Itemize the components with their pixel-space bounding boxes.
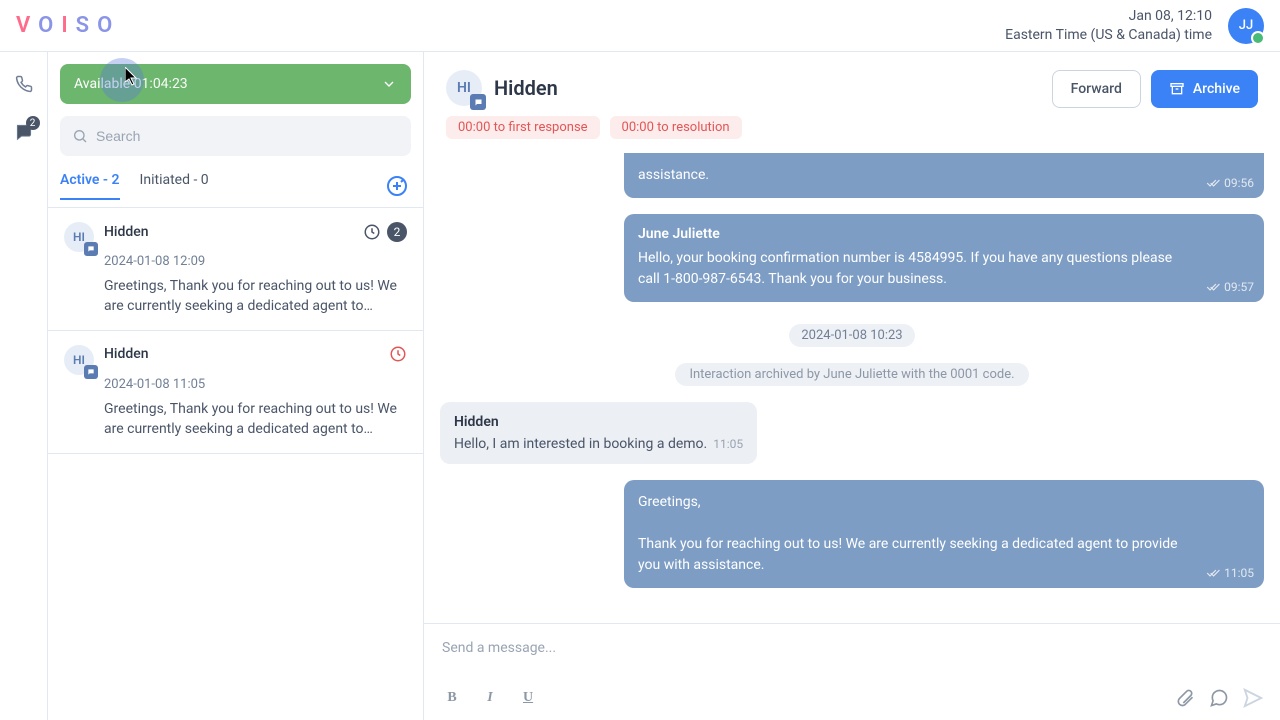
clock-icon [363,223,381,241]
left-rail: 2 [0,52,48,720]
message-input[interactable] [424,624,1280,678]
delivered-icon [1206,280,1220,294]
conversation-name: Hidden [104,224,149,240]
avatar: HI [64,222,94,252]
status-dropdown[interactable]: Available 01:04:23 [60,64,411,104]
forward-button[interactable]: Forward [1052,70,1141,108]
avatar: HI [64,345,94,375]
contact-avatar: HI [446,70,482,106]
time-info: Jan 08, 12:10 Eastern Time (US & Canada)… [1005,7,1212,43]
conversation-timestamp: 2024-01-08 12:09 [104,254,407,269]
italic-button[interactable]: I [478,686,502,710]
contact-name: Hidden [494,76,558,100]
alert-first-response: 00:00 to first response [446,116,600,139]
conversation-preview: Greetings, Thank you for reaching out to… [104,277,407,316]
conversation-preview: Greetings, Thank you for reaching out to… [104,400,407,439]
message-out: Greetings, Thank you for reaching out to… [624,480,1264,588]
main-panel: HI Hidden 00:00 to first response 00:00 … [424,52,1280,720]
archive-button[interactable]: Archive [1151,70,1258,108]
compose-button[interactable] [383,172,411,200]
conversation-name: Hidden [104,346,149,362]
clock-icon [389,345,407,363]
channel-chat-icon [84,242,98,256]
underline-button[interactable]: U [516,686,540,710]
timezone-label: Eastern Time (US & Canada) time [1005,26,1212,44]
conversation-item[interactable]: HI Hidden 2 2024-01-08 12:09 Greetings, … [48,208,423,331]
user-avatar[interactable]: JJ [1228,8,1264,44]
date-separator: 2024-01-08 10:23 [789,324,914,347]
tab-active[interactable]: Active - 2 [60,172,120,200]
chats-badge: 2 [26,116,40,130]
message-sender: Hidden [454,414,743,430]
chats-icon[interactable]: 2 [12,120,36,144]
conversation-timestamp: 2024-01-08 11:05 [104,377,407,392]
composer-toolbar: B I U [424,682,1280,720]
conversation-item[interactable]: HI Hidden 2024-01-08 11:05 Greetings, Th… [48,331,423,454]
tab-initiated[interactable]: Initiated - 0 [140,172,209,200]
top-bar: VOISO Jan 08, 12:10 Eastern Time (US & C… [0,0,1280,52]
main-header: HI Hidden 00:00 to first response 00:00 … [424,52,1280,153]
bold-button[interactable]: B [440,686,464,710]
search-icon [72,128,88,144]
channel-chat-icon [84,365,98,379]
message-list[interactable]: assistance. 09:56 June Juliette Hello, y… [424,153,1280,623]
logo: VOISO [16,13,120,38]
tabs-row: Active - 2 Initiated - 0 [48,164,423,208]
message-in: Hidden Hello, I am interested in booking… [440,402,757,464]
attachment-icon[interactable] [1174,687,1196,709]
search-input[interactable] [96,128,399,144]
delivered-icon [1206,176,1220,190]
sidebar: Available 01:04:23 Active - 2 Initiated … [48,52,424,720]
delivered-icon [1206,566,1220,580]
status-label: Available [74,76,130,92]
message-time: 11:05 [713,437,743,451]
send-button[interactable] [1242,687,1264,709]
conversation-list: HI Hidden 2 2024-01-08 12:09 Greetings, … [48,208,423,454]
search-box[interactable] [60,116,411,156]
canned-response-icon[interactable] [1208,687,1230,709]
message-out: assistance. 09:56 [624,153,1264,198]
unread-badge: 2 [387,222,407,242]
composer: B I U [424,623,1280,720]
datetime-label: Jan 08, 12:10 [1005,7,1212,25]
alert-resolution: 00:00 to resolution [610,116,742,139]
phone-icon[interactable] [12,72,36,96]
system-note: Interaction archived by June Juliette wi… [675,363,1028,386]
chevron-down-icon [381,76,397,92]
message-sender: June Juliette [638,226,1250,242]
status-timer: 01:04:23 [134,76,188,92]
archive-icon [1169,81,1185,97]
message-out: June Juliette Hello, your booking confir… [624,214,1264,302]
channel-chat-icon [470,94,486,110]
